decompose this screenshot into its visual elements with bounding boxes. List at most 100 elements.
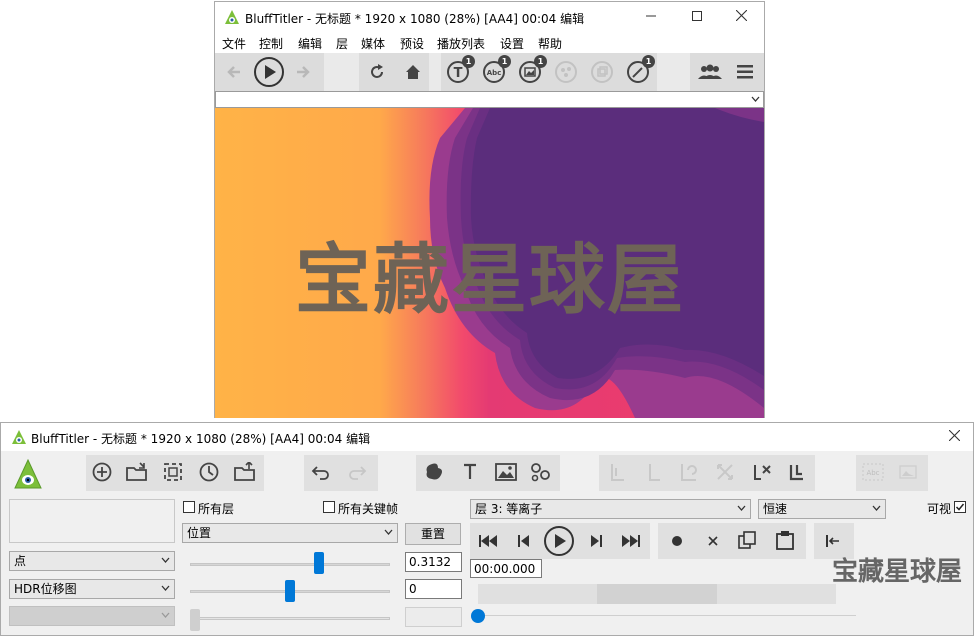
time-input[interactable]: 00:00.000 [470,559,542,578]
minimize-icon [646,15,656,17]
hamburger-menu-button[interactable] [735,62,755,82]
picture-layer-badge: 1 [534,55,547,68]
preview-toolbar: T 1 Abc 1 1 1 [215,53,764,91]
users-icon [698,64,722,79]
speed-select[interactable]: 恒速 [758,499,886,519]
image-button[interactable] [494,461,518,483]
close-icon [735,9,747,22]
property-select[interactable]: 位置 [182,523,398,543]
slider3-thumb-disabled[interactable] [190,609,200,631]
key-delete-x-button[interactable] [751,461,773,483]
delete-key-button[interactable] [703,531,723,551]
image-disabled-button[interactable] [896,461,920,483]
slider1-thumb[interactable] [313,552,324,574]
control-toolbar: Abc [1,451,973,495]
menu-help[interactable]: 帮助 [538,35,562,52]
value2-input[interactable]: 0 [405,579,462,599]
previous-key-button[interactable] [514,531,534,551]
close-button[interactable] [718,2,764,32]
add-layer-button[interactable] [91,461,113,483]
text-button[interactable] [459,461,481,483]
go-start-button[interactable] [823,531,843,551]
paste-icon [776,531,794,550]
keyframe-strip[interactable] [478,584,836,604]
preview-titlebar: BluffTitler - 无标题 * 1920 x 1080 (28%) [A… [215,2,764,32]
reset-button[interactable]: 重置 [405,523,461,545]
forward-button[interactable] [294,63,312,81]
play-button[interactable] [253,56,285,88]
particle-button[interactable] [529,461,553,483]
abc-disabled-button[interactable]: Abc [861,461,885,483]
key-scatter-button[interactable] [714,461,736,483]
key-align-left-button[interactable] [607,461,629,483]
menu-playlist[interactable]: 播放列表 [437,35,485,52]
undo-button[interactable] [310,461,332,483]
refresh-button[interactable] [367,62,387,82]
blufftitler-logo-large-icon [14,459,42,489]
chevron-down-icon [872,505,881,511]
menu-layer[interactable]: 层 [336,35,348,52]
layer-select[interactable]: 层 3: 等离子 [470,499,751,519]
preview-combo[interactable] [215,91,764,108]
arrow-left-icon [227,66,240,78]
next-key-button[interactable] [586,531,606,551]
key-set-button[interactable] [786,461,808,483]
menu-media[interactable]: 媒体 [361,35,385,52]
hdr-displacement-select[interactable]: HDR位移图 [9,579,175,599]
delete-key-icon [754,465,771,480]
paste-key-button[interactable] [774,529,796,551]
redo-button[interactable] [346,461,368,483]
blufftitler-logo-icon [12,430,26,444]
undo-icon [311,466,329,480]
menu-presets[interactable]: 预设 [400,35,424,52]
key-loop-button[interactable] [677,461,701,483]
watermark-small: 宝藏星球屋 [832,557,963,587]
disabled-select[interactable] [9,606,175,626]
svg-text:Abc: Abc [487,69,502,77]
slider2-thumb[interactable] [285,580,295,602]
skip-first-button[interactable] [478,531,498,551]
skip-first-icon [479,535,497,547]
home-button[interactable] [403,62,423,82]
all-layers-label: 所有层 [198,502,235,516]
all-layers-checkbox[interactable] [183,501,195,513]
users-button[interactable] [696,62,724,82]
open-folder-button[interactable] [126,461,150,483]
value3-input-disabled[interactable] [405,607,462,627]
back-button[interactable] [225,63,243,81]
control-close-button[interactable] [935,423,973,451]
select-frame-button[interactable] [162,461,184,483]
blufftitler-logo-icon [225,10,239,24]
chevron-down-icon [751,96,760,102]
point-select[interactable]: 点 [9,551,175,571]
preview-window-title: BluffTitler - 无标题 * 1920 x 1080 (28%) [A… [245,12,585,26]
key-align-right-button[interactable] [643,461,665,483]
play-button-large[interactable] [543,525,575,557]
duration-button[interactable] [198,461,220,483]
skip-last-button[interactable] [621,531,641,551]
keyframe-segment[interactable] [597,584,717,604]
record-key-button[interactable] [667,531,687,551]
timeline-track[interactable] [478,615,856,616]
menu-control[interactable]: 控制 [259,35,283,52]
value1-input[interactable]: 0.3132 [405,552,462,572]
set-key-icon [789,465,803,481]
visible-checkbox[interactable] [954,501,966,513]
plasma-layer-button[interactable] [422,461,446,483]
slider3-track[interactable] [190,617,390,620]
x-icon [708,536,718,546]
timeline-handle[interactable] [471,609,485,623]
slider1-track[interactable] [190,563,390,566]
menu-settings[interactable]: 设置 [500,35,524,52]
all-keyframes-checkbox[interactable] [323,501,335,513]
menu-file[interactable]: 文件 [222,35,246,52]
copy-layer-button[interactable] [590,60,614,84]
minimize-button[interactable] [628,2,674,32]
particles-layer-button[interactable] [554,60,578,84]
export-folder-button[interactable] [233,461,259,483]
align-key-2-icon [649,464,660,481]
copy-key-button[interactable] [736,529,758,551]
menu-edit[interactable]: 编辑 [298,35,322,52]
previous-icon [518,535,529,547]
maximize-button[interactable] [674,2,720,32]
